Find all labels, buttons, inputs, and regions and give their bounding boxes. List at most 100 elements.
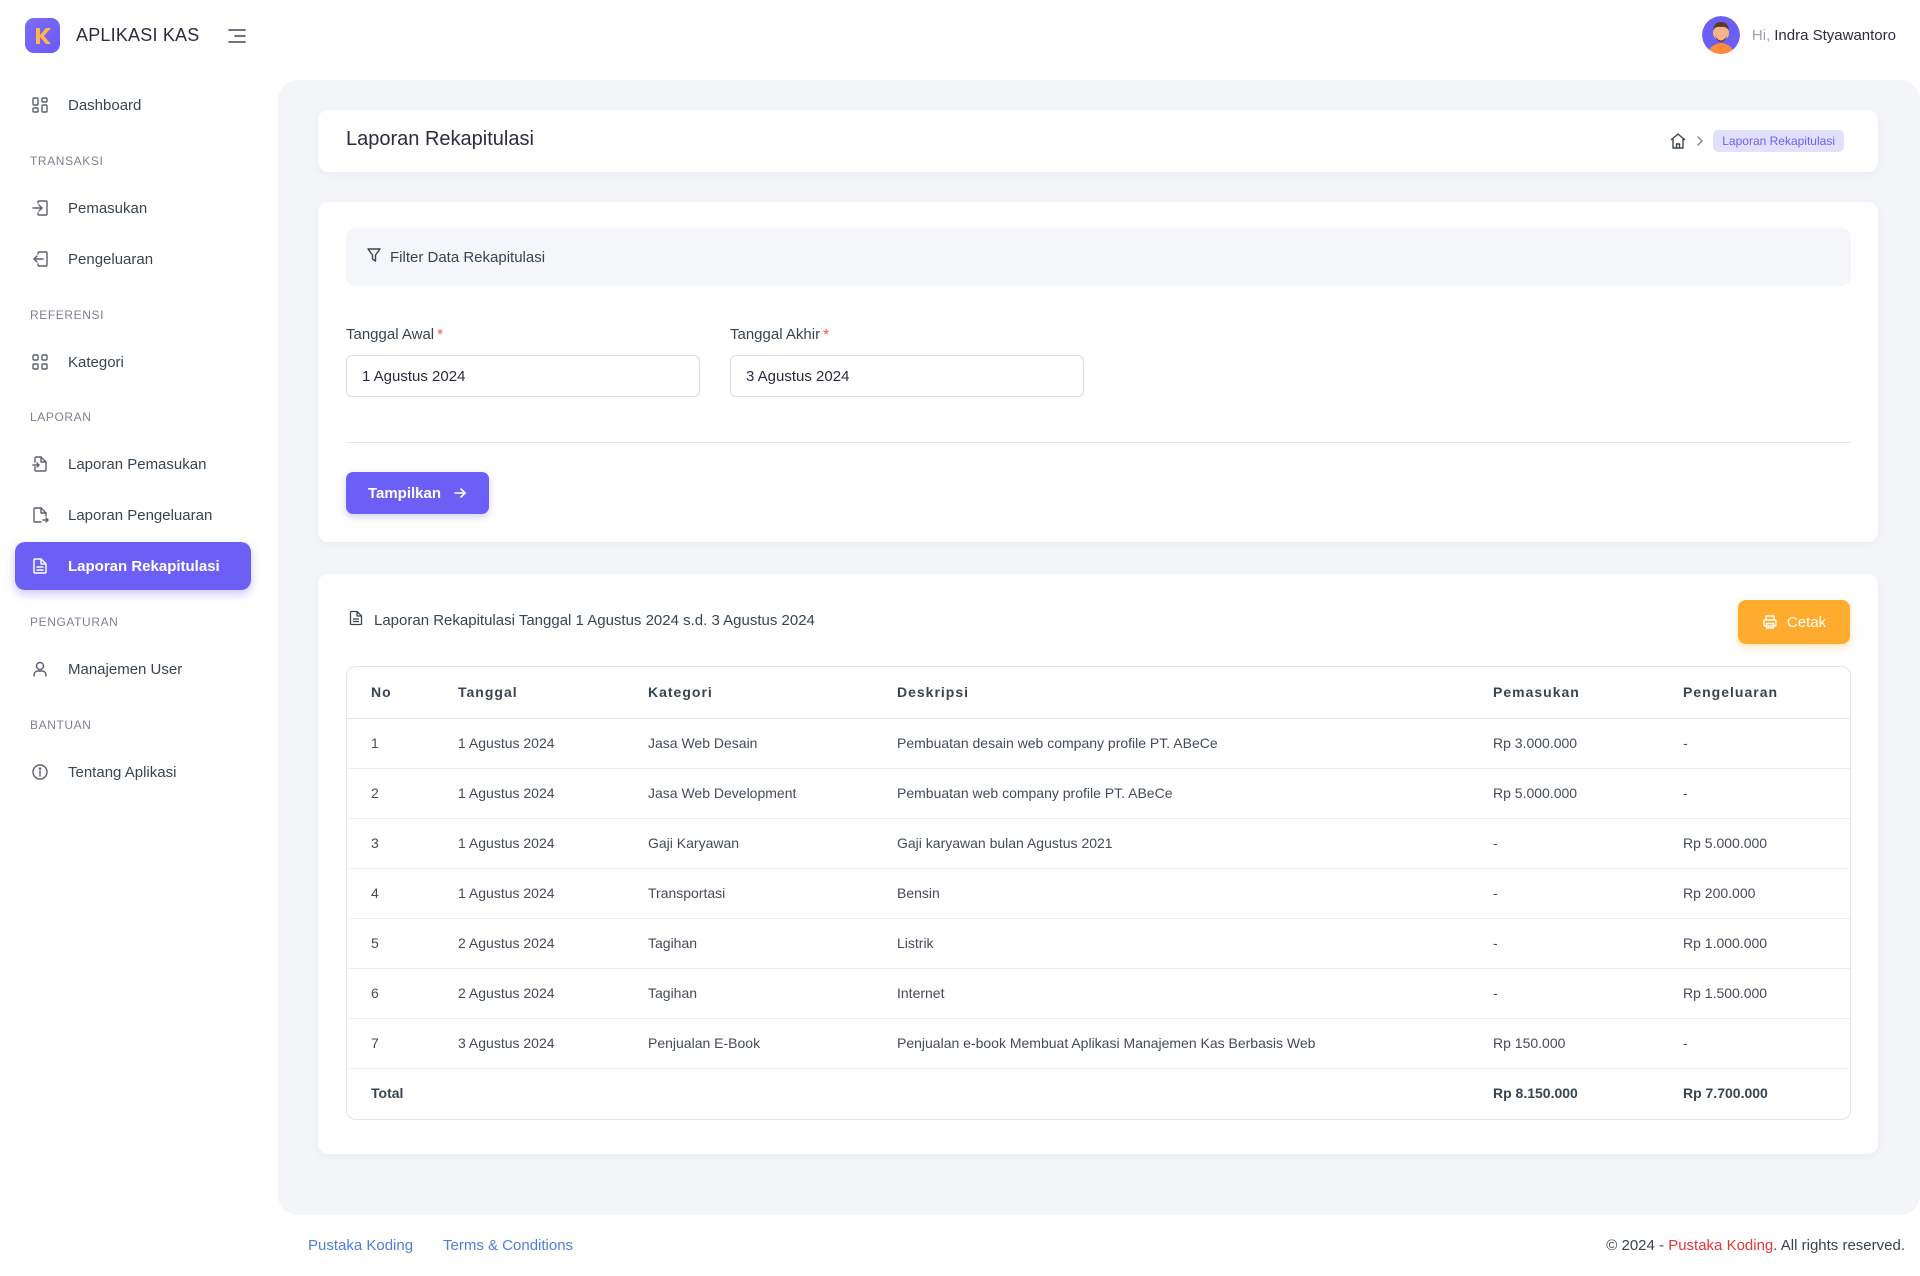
- report-header: Laporan Rekapitulasi Tanggal 1 Agustus 2…: [348, 610, 815, 631]
- cell-no: 5: [347, 918, 458, 969]
- sidebar-item-tentang-aplikasi[interactable]: Tentang Aplikasi: [15, 748, 251, 796]
- col-header-tanggal: Tanggal: [458, 667, 648, 719]
- cell-no: 6: [347, 968, 458, 1019]
- brand[interactable]: APLIKASI KAS: [25, 18, 199, 53]
- user-greeting: Hi,: [1751, 26, 1771, 44]
- cell-pemasukan: -: [1493, 818, 1683, 869]
- sidebar-section-pengaturan: PENGATURAN: [30, 615, 119, 629]
- sidebar-item-label: Pengeluaran: [68, 250, 154, 268]
- cell-no: 7: [347, 1018, 458, 1069]
- sidebar-item-pemasukan[interactable]: Pemasukan: [15, 184, 251, 232]
- user-menu[interactable]: Hi, Indra Styawantoro: [1701, 16, 1896, 54]
- end-date-label-text: Tanggal Akhir: [730, 326, 821, 343]
- cell-no: 2: [347, 768, 458, 819]
- cell-pengeluaran: Rp 1.000.000: [1683, 918, 1850, 969]
- login-arrow-icon: [30, 198, 50, 218]
- chevron-right-icon: [1693, 134, 1707, 148]
- filter-card: Filter Data Rekapitulasi Tanggal Awal* T…: [318, 202, 1878, 542]
- required-mark: *: [437, 326, 443, 343]
- cell-pengeluaran: Rp 200.000: [1683, 868, 1850, 919]
- cetak-label: Cetak: [1786, 613, 1827, 631]
- required-mark: *: [823, 326, 829, 343]
- sidebar-section-transaksi: TRANSAKSI: [30, 154, 104, 168]
- file-in-icon: [30, 454, 50, 474]
- cetak-button[interactable]: Cetak: [1738, 600, 1850, 644]
- sidebar-section-bantuan: BANTUAN: [30, 718, 92, 732]
- cell-pengeluaran: Rp 1.500.000: [1683, 968, 1850, 1019]
- cell-deskripsi: Pembuatan web company profile PT. ABeCe: [897, 768, 1493, 819]
- copyright-prefix: © 2024 -: [1606, 1237, 1669, 1254]
- table-row: 5 2 Agustus 2024 Tagihan Listrik - Rp 1.…: [347, 918, 1850, 969]
- footer-link-pustaka-koding[interactable]: Pustaka Koding: [308, 1237, 413, 1254]
- filter-title: Filter Data Rekapitulasi: [390, 248, 546, 266]
- menu-toggle-icon[interactable]: [225, 24, 249, 48]
- end-date-field: Tanggal Akhir *: [730, 326, 1084, 397]
- user-name: Indra Styawantoro: [1774, 26, 1896, 44]
- dashboard-grid-icon: [30, 95, 50, 115]
- file-text-icon: [348, 610, 364, 631]
- end-date-label: Tanggal Akhir *: [730, 326, 1084, 343]
- cell-deskripsi: Listrik: [897, 918, 1493, 969]
- home-icon[interactable]: [1669, 132, 1687, 150]
- logout-arrow-icon: [30, 249, 50, 269]
- cell-empty: [897, 1068, 1493, 1118]
- sidebar-item-laporan-pengeluaran[interactable]: Laporan Pengeluaran: [15, 491, 251, 539]
- sidebar-item-laporan-pemasukan[interactable]: Laporan Pemasukan: [15, 440, 251, 488]
- sidebar-item-label: Laporan Rekapitulasi: [68, 557, 220, 575]
- cell-pemasukan: Rp 5.000.000: [1493, 768, 1683, 819]
- sidebar-item-pengeluaran[interactable]: Pengeluaran: [15, 235, 251, 283]
- start-date-label-text: Tanggal Awal: [346, 326, 435, 343]
- sidebar-item-dashboard[interactable]: Dashboard: [15, 81, 251, 129]
- start-date-input[interactable]: [346, 355, 700, 397]
- sidebar-item-kategori[interactable]: Kategori: [15, 338, 251, 386]
- cell-pemasukan: -: [1493, 918, 1683, 969]
- cell-pengeluaran: Rp 5.000.000: [1683, 818, 1850, 869]
- total-label: Total: [371, 1085, 404, 1102]
- filter-header: Filter Data Rekapitulasi: [346, 228, 1851, 286]
- file-text-icon: [30, 556, 50, 576]
- cell-tanggal: 3 Agustus 2024: [458, 1018, 648, 1069]
- app-name: APLIKASI KAS: [76, 25, 200, 45]
- footer-link-terms[interactable]: Terms & Conditions: [443, 1237, 573, 1254]
- category-grid-icon: [30, 352, 50, 372]
- total-pengeluaran: Rp 7.700.000: [1683, 1085, 1768, 1102]
- cell-tanggal: 1 Agustus 2024: [458, 768, 648, 819]
- sidebar-item-label: Manajemen User: [68, 660, 183, 678]
- table-total-row: Total Rp 8.150.000 Rp 7.700.000: [347, 1068, 1850, 1118]
- top-bar: APLIKASI KAS Hi, Indra Styawantoro: [0, 0, 1920, 72]
- sidebar-item-label: Tentang Aplikasi: [68, 763, 177, 781]
- cell-empty: [648, 1068, 897, 1118]
- cell-deskripsi: Pembuatan desain web company profile PT.…: [897, 718, 1493, 769]
- app-root: APLIKASI KAS Hi, Indra Styawantoro Dashb…: [0, 0, 1920, 1276]
- page-title: Laporan Rekapitulasi: [346, 128, 534, 150]
- end-date-input[interactable]: [730, 355, 1084, 397]
- sidebar-section-referensi: REFERENSI: [30, 308, 105, 322]
- table-row: 1 1 Agustus 2024 Jasa Web Desain Pembuat…: [347, 718, 1850, 769]
- total-pemasukan: Rp 8.150.000: [1493, 1085, 1578, 1102]
- cell-deskripsi: Internet: [897, 968, 1493, 1019]
- cell-pemasukan: -: [1493, 968, 1683, 1019]
- sidebar-item-label: Laporan Pengeluaran: [68, 506, 213, 524]
- file-out-icon: [30, 505, 50, 525]
- breadcrumb-current: Laporan Rekapitulasi: [1713, 130, 1844, 152]
- cell-kategori: Tagihan: [648, 968, 897, 1019]
- sidebar-item-manajemen-user[interactable]: Manajemen User: [15, 645, 251, 693]
- cell-no: 4: [347, 868, 458, 919]
- tampilkan-button[interactable]: Tampilkan: [346, 472, 489, 514]
- table-row: 7 3 Agustus 2024 Penjualan E-Book Penjua…: [347, 1018, 1850, 1069]
- cell-pemasukan: -: [1493, 868, 1683, 919]
- cell-kategori: Gaji Karyawan: [648, 818, 897, 869]
- cell-deskripsi: Gaji karyawan bulan Agustus 2021: [897, 818, 1493, 869]
- col-header-no: No: [347, 667, 458, 719]
- col-header-pemasukan: Pemasukan: [1493, 667, 1683, 719]
- cell-deskripsi: Bensin: [897, 868, 1493, 919]
- cell-tanggal: 2 Agustus 2024: [458, 918, 648, 969]
- cell-kategori: Transportasi: [648, 868, 897, 919]
- avatar: [1701, 16, 1740, 54]
- sidebar-item-label: Laporan Pemasukan: [68, 455, 207, 473]
- cell-pengeluaran: -: [1683, 718, 1850, 769]
- copyright-brand-link[interactable]: Pustaka Koding: [1668, 1237, 1773, 1254]
- cell-kategori: Jasa Web Desain: [648, 718, 897, 769]
- info-circle-icon: [30, 762, 50, 782]
- sidebar-item-laporan-rekapitulasi[interactable]: Laporan Rekapitulasi: [15, 542, 251, 590]
